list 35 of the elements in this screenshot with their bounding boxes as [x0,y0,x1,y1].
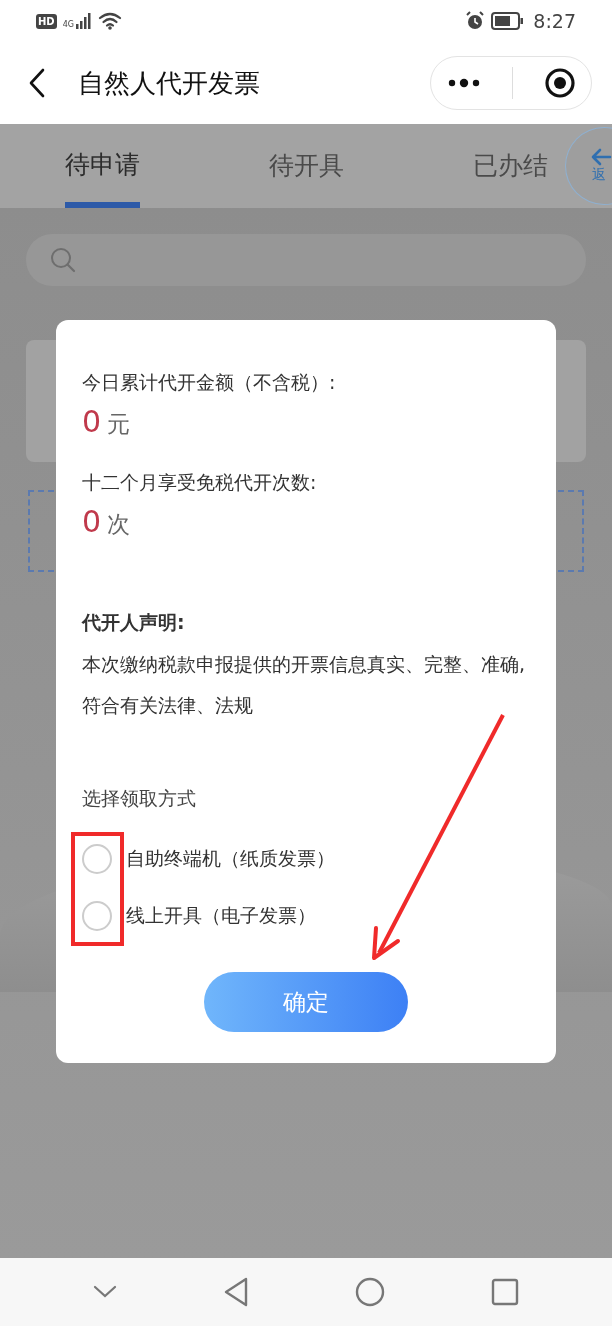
search-field[interactable] [26,234,586,286]
signal-icon [75,13,92,29]
pickup-label: 选择领取方式 [82,786,196,811]
radio-button[interactable] [82,900,112,931]
amount-value: 0 [82,404,102,439]
tab[interactable]: 已办结 [472,124,548,208]
network-label: 4G [62,20,74,29]
back-triangle-icon[interactable] [223,1277,249,1307]
confirm-button[interactable]: 确定 [204,972,408,1032]
amount-label: 今日累计代开金额（不含税）: [82,370,336,395]
alarm-icon [465,11,486,31]
back-icon[interactable] [28,68,46,98]
chevron-down-icon[interactable] [93,1285,117,1299]
count-unit: 次 [107,510,131,539]
clock-time: 8:27 [533,10,576,32]
declaration-text: 本次缴纳税款申报提供的开票信息真实、完整、准确,符合有关法律、法规 [82,652,527,718]
radio-button[interactable] [82,843,112,874]
close-icon[interactable] [543,67,576,99]
hd-badge: HD [36,13,57,29]
tab[interactable]: 待开具 [268,124,344,208]
recents-square-icon[interactable] [491,1278,519,1306]
option-label[interactable]: 自助终端机（纸质发票） [126,845,335,872]
home-circle-icon[interactable] [355,1277,385,1307]
page-title: 自然人代开发票 [78,66,261,100]
count-label: 十二个月享受免税代开次数: [82,470,317,495]
wifi-icon [97,12,122,30]
battery-icon [491,12,524,30]
count-value: 0 [82,504,102,539]
amount-unit: 元 [107,410,131,439]
search-icon [50,247,76,273]
arrow-left-icon [590,148,612,166]
option-label[interactable]: 线上开具（电子发票） [126,902,316,929]
tab[interactable]: 待申请 [64,124,140,208]
declaration-title: 代开人声明: [82,610,185,635]
more-icon[interactable] [446,77,481,89]
